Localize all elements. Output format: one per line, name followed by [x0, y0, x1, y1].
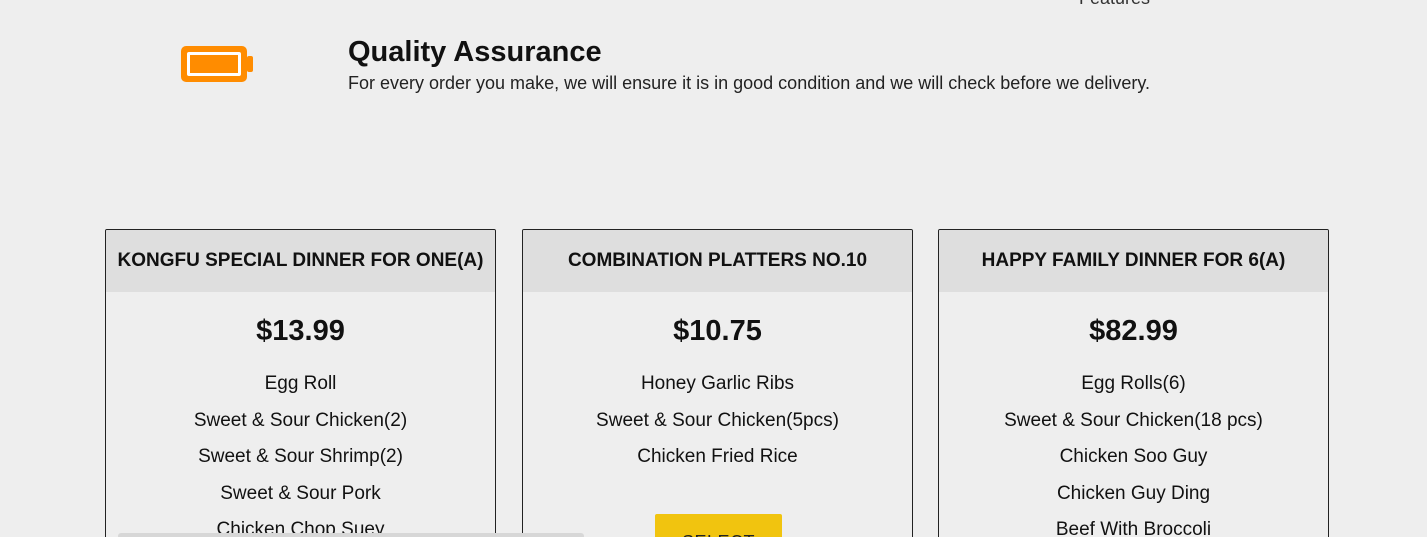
card-item-list: Egg Rolls(6) Sweet & Sour Chicken(18 pcs… — [939, 366, 1328, 537]
card-title: COMBINATION PLATTERS NO.10 — [523, 230, 912, 292]
menu-card-combination-platters[interactable]: COMBINATION PLATTERS NO.10 $10.75 Honey … — [522, 229, 913, 537]
list-item: Chicken Guy Ding — [1056, 482, 1211, 504]
list-item: Chicken Fried Rice — [637, 446, 798, 467]
bottom-scroll-shadow — [118, 533, 584, 537]
list-item: Beef With Broccoli — [1055, 519, 1212, 537]
card-title: HAPPY FAMILY DINNER FOR 6(A) — [939, 230, 1328, 292]
list-item: Sweet & Sour Pork — [220, 482, 381, 504]
card-item-list: Honey Garlic Ribs Sweet & Sour Chicken(5… — [523, 366, 912, 476]
card-price: $10.75 — [673, 315, 762, 347]
quality-assurance-description: For every order you make, we will ensure… — [348, 73, 1151, 93]
card-title: KONGFU SPECIAL DINNER FOR ONE(A) — [106, 230, 495, 292]
card-price: $82.99 — [1089, 315, 1178, 347]
list-item: Egg Rolls(6) — [1081, 373, 1186, 394]
list-item: Egg Roll — [264, 373, 337, 394]
list-item: Sweet & Sour Chicken(5pcs) — [596, 409, 839, 431]
battery-icon — [181, 46, 253, 82]
list-item: Honey Garlic Ribs — [640, 373, 795, 394]
list-item: Sweet & Sour Chicken(2) — [193, 409, 408, 431]
list-item: Sweet & Sour Shrimp(2) — [198, 446, 403, 467]
menu-card-kongfu-special[interactable]: KONGFU SPECIAL DINNER FOR ONE(A) $13.99 … — [105, 229, 496, 537]
card-price: $13.99 — [256, 315, 345, 347]
list-item: Sweet & Sour Chicken(18 pcs) — [1004, 409, 1263, 431]
menu-card-happy-family[interactable]: HAPPY FAMILY DINNER FOR 6(A) $82.99 Egg … — [938, 229, 1329, 537]
card-item-list: Egg Roll Sweet & Sour Chicken(2) Sweet &… — [106, 366, 495, 537]
features-link[interactable]: Features — [1079, 0, 1150, 9]
select-button[interactable]: SELECT — [655, 514, 782, 537]
list-item: Chicken Soo Guy — [1059, 446, 1208, 467]
quality-assurance-title: Quality Assurance — [348, 36, 602, 68]
page: Features Quality Assurance For every ord… — [0, 0, 1427, 537]
